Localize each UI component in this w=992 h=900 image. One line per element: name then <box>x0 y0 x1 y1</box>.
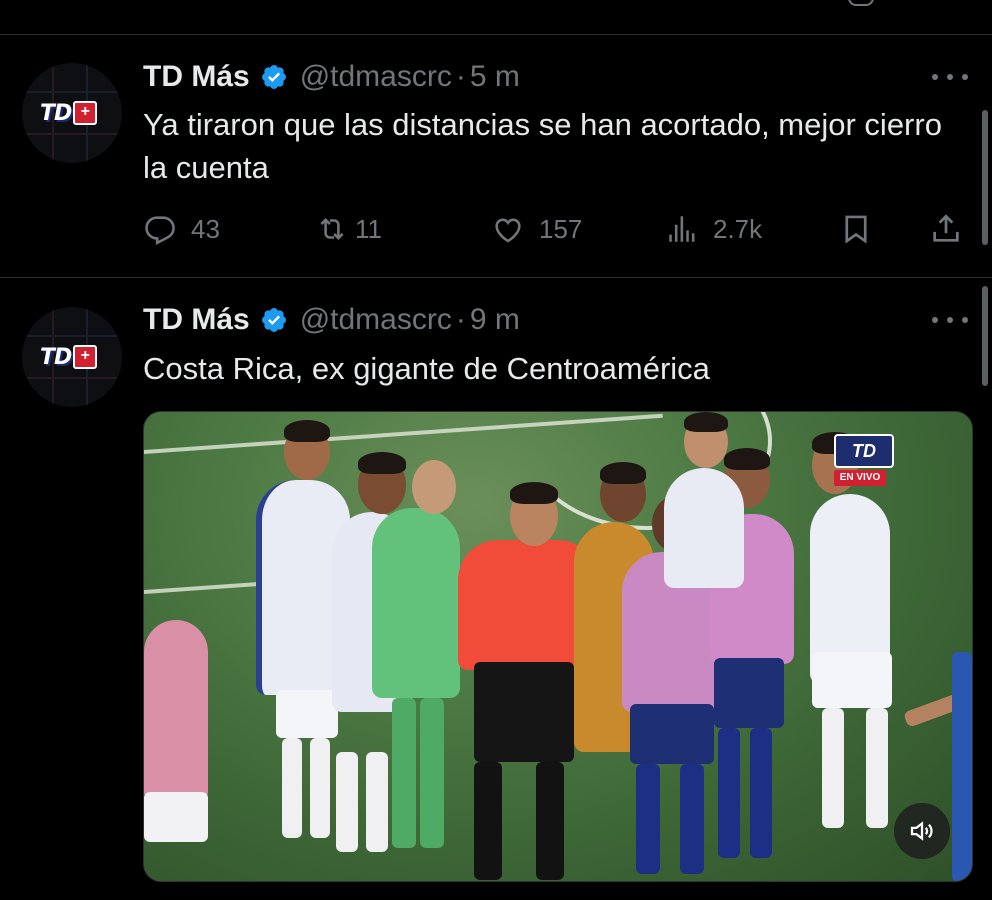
player-figure <box>952 652 972 881</box>
verified-badge-icon <box>260 63 288 91</box>
tweet-actions: 43 11 157 2.7k <box>143 207 968 251</box>
tweet[interactable]: TD + TD Más @tdmascrc · 9 m Costa Rica, … <box>0 278 992 900</box>
timestamp[interactable]: 9 m <box>470 303 520 337</box>
player-leg <box>420 698 444 848</box>
more-options-icon[interactable] <box>932 314 968 326</box>
player-figure <box>144 620 208 800</box>
reply-icon <box>145 216 175 245</box>
td-logo: TD + <box>40 100 104 126</box>
player-hair <box>684 412 728 432</box>
display-name[interactable]: TD Más <box>143 303 250 337</box>
repost-count: 11 <box>355 213 382 244</box>
player-hair <box>284 420 330 442</box>
logo-text: TD <box>40 100 72 126</box>
player-hair <box>358 452 406 474</box>
share-icon <box>933 214 959 242</box>
referee-leg <box>474 762 502 880</box>
referee-leg <box>536 762 564 880</box>
speaker-icon[interactable] <box>894 803 950 859</box>
player-leg <box>392 698 416 848</box>
player-shorts <box>276 690 338 738</box>
previous-tweet-edge <box>0 0 992 35</box>
referee-hair <box>510 482 558 504</box>
player-leg <box>680 764 704 874</box>
more-options-icon[interactable] <box>932 71 968 83</box>
broadcast-logo-text: TD <box>834 434 894 468</box>
player-hair <box>724 448 770 470</box>
player-leg <box>636 764 660 874</box>
handle[interactable]: @tdmascrc <box>300 60 452 94</box>
separator: · <box>455 60 466 93</box>
like-count: 157 <box>539 213 583 244</box>
plus-icon: + <box>73 101 98 125</box>
player-leg <box>310 738 330 838</box>
td-logo: TD + <box>40 344 104 370</box>
player-leg <box>718 728 740 858</box>
bookmark-button[interactable] <box>839 212 873 246</box>
repost-button[interactable]: 11 <box>315 212 382 246</box>
player-leg <box>366 752 388 852</box>
timeline: TD + TD Más @tdmascrc · 5 m Ya tiraron q… <box>0 0 992 900</box>
separator: · <box>455 303 466 336</box>
heart-icon <box>495 218 521 243</box>
display-name[interactable]: TD Más <box>143 60 250 94</box>
timestamp[interactable]: 5 m <box>470 60 520 94</box>
player-shorts <box>812 652 892 708</box>
repost-icon <box>320 217 344 241</box>
share-button[interactable] <box>929 212 963 246</box>
tweet-text: Ya tiraron que las distancias se han aco… <box>143 107 942 185</box>
tweet-header: TD Más @tdmascrc · 9 m <box>143 302 520 338</box>
player-figure <box>372 508 460 698</box>
referee-shorts <box>474 662 574 762</box>
verified-badge-icon <box>260 306 288 334</box>
player-leg <box>750 728 772 858</box>
player-leg <box>822 708 844 828</box>
tweet-text: Costa Rica, ex gigante de Centroamérica <box>143 351 710 386</box>
scrollbar-segment[interactable] <box>982 110 988 245</box>
share-icon-partial <box>848 0 874 6</box>
player-leg <box>282 738 302 838</box>
avatar[interactable]: TD + <box>22 307 122 407</box>
broadcast-logo: TD EN VIVO <box>834 434 894 486</box>
player-hair <box>600 462 646 484</box>
tweet-header: TD Más @tdmascrc · 5 m <box>143 59 520 95</box>
player-shorts <box>630 704 714 764</box>
avatar[interactable]: TD + <box>22 63 122 163</box>
video-player[interactable]: TD EN VIVO <box>143 411 973 882</box>
analytics-icon <box>669 216 695 242</box>
plus-icon: + <box>73 345 98 369</box>
views-button[interactable]: 2.7k <box>665 212 762 246</box>
player-figure <box>664 468 744 588</box>
reply-count: 43 <box>191 213 220 244</box>
player-shorts <box>714 658 784 728</box>
reply-button[interactable]: 43 <box>143 212 220 246</box>
player-leg <box>866 708 888 828</box>
handle[interactable]: @tdmascrc <box>300 303 452 337</box>
player-head <box>412 460 456 514</box>
like-button[interactable]: 157 <box>491 212 582 246</box>
tweet[interactable]: TD + TD Más @tdmascrc · 5 m Ya tiraron q… <box>0 35 992 278</box>
player-leg <box>336 752 358 852</box>
bookmark-icon <box>845 215 867 244</box>
logo-text: TD <box>40 344 72 370</box>
views-count: 2.7k <box>713 213 763 244</box>
player-shorts <box>144 792 208 842</box>
live-badge: EN VIVO <box>834 470 886 486</box>
